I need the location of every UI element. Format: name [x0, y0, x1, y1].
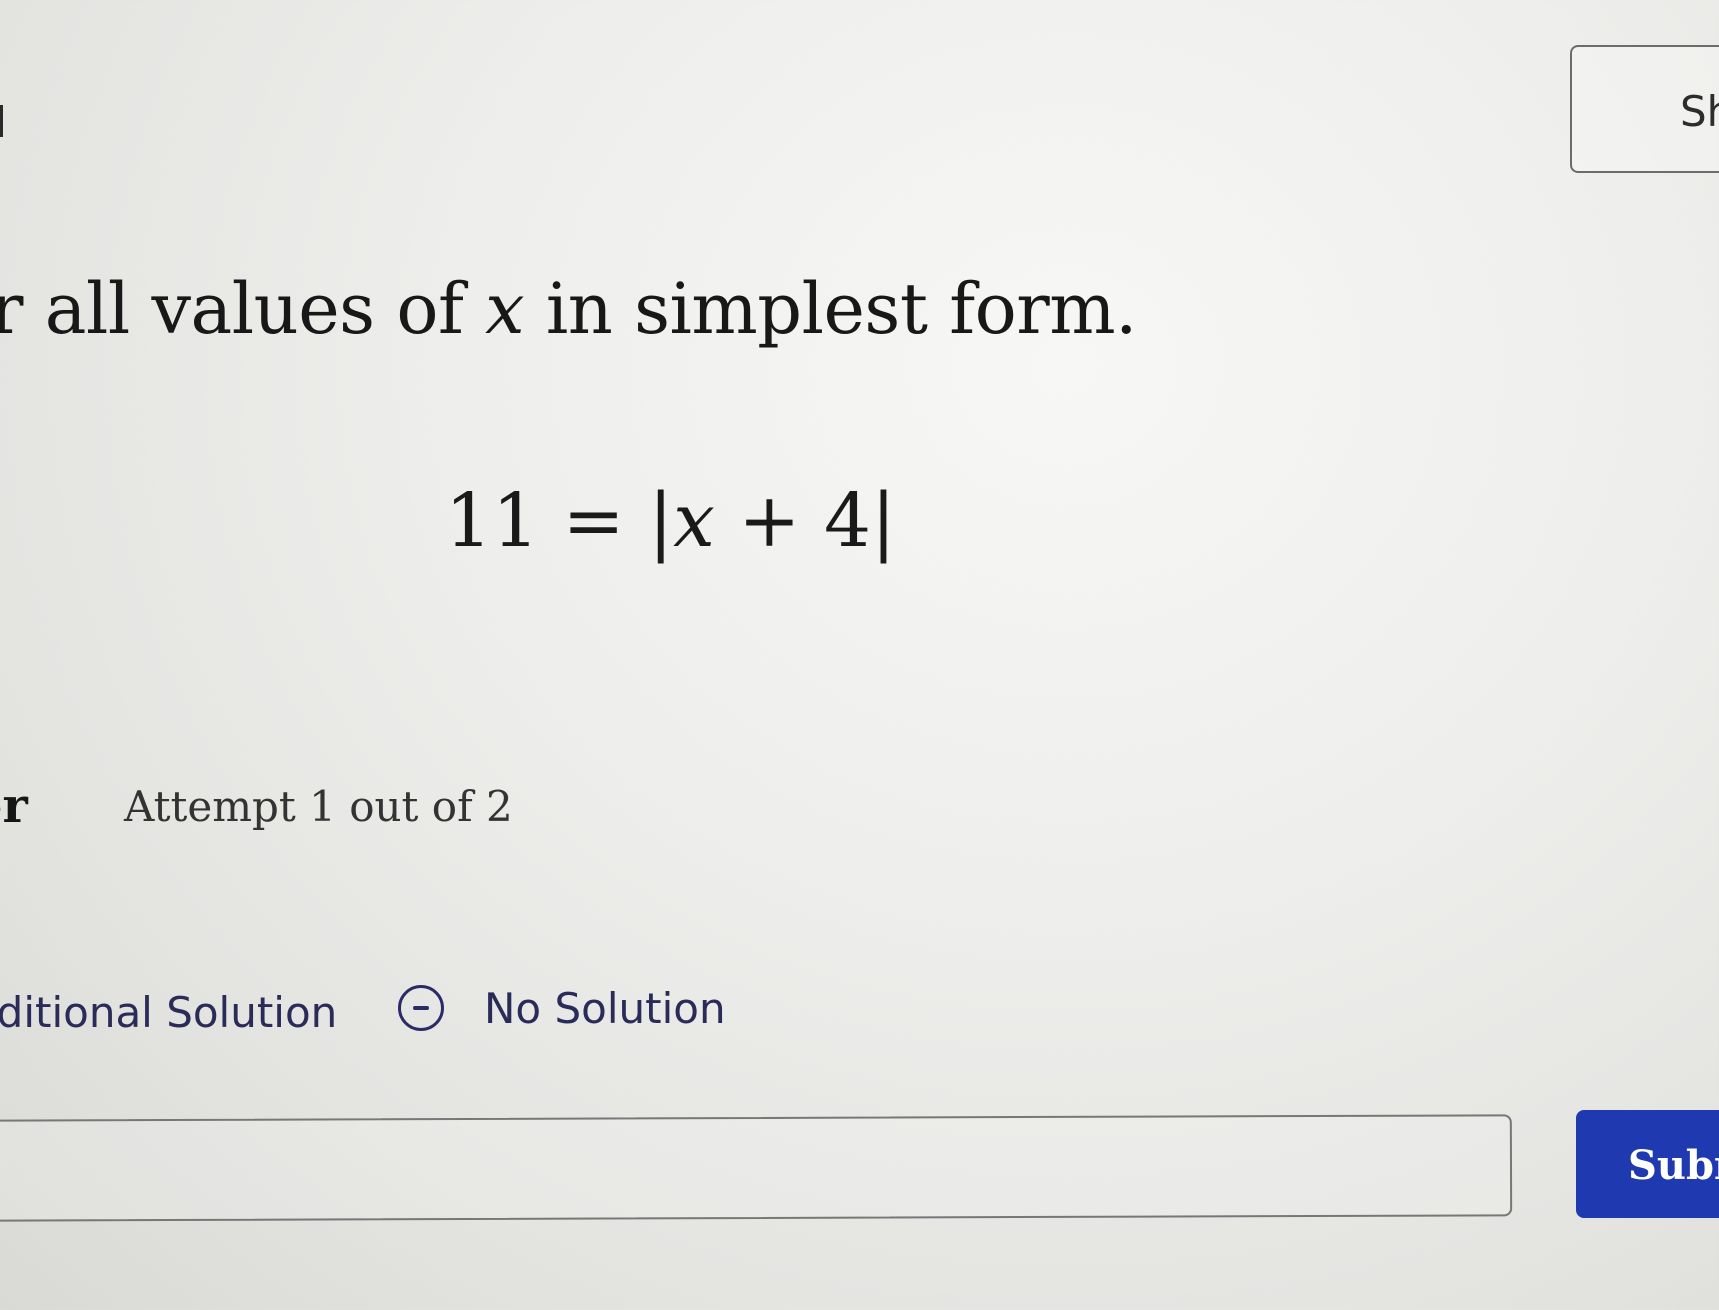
equation-variable: x: [673, 478, 715, 564]
prompt-text-end: in simplest form.: [524, 268, 1137, 350]
equation-left: 11 = |: [445, 478, 674, 564]
equation: 11 = |x + 4|: [445, 478, 896, 564]
prompt-variable: x: [485, 268, 525, 350]
submit-button-label: Subr: [1628, 1142, 1719, 1189]
submit-button[interactable]: Subr: [1576, 1110, 1719, 1218]
no-solution-link[interactable]: No Solution: [484, 984, 726, 1033]
add-additional-solution-link[interactable]: dditional Solution: [0, 988, 337, 1037]
question-prompt: r all values of x in simplest form.: [0, 268, 1137, 350]
question-page: Sh r all values of x in simplest form. 1…: [0, 0, 1719, 1310]
equation-right: + 4|: [714, 478, 896, 564]
clipped-text-fragment: [0, 105, 3, 137]
circle-minus-icon[interactable]: [398, 985, 444, 1031]
answer-input[interactable]: [0, 1114, 1513, 1222]
prompt-text-start: r all values of: [0, 268, 486, 350]
show-examples-button[interactable]: Sh: [1570, 45, 1719, 173]
show-examples-button-label: Sh: [1680, 87, 1719, 136]
answer-section-heading: er: [0, 778, 28, 834]
attempt-counter: Attempt 1 out of 2: [124, 782, 513, 831]
